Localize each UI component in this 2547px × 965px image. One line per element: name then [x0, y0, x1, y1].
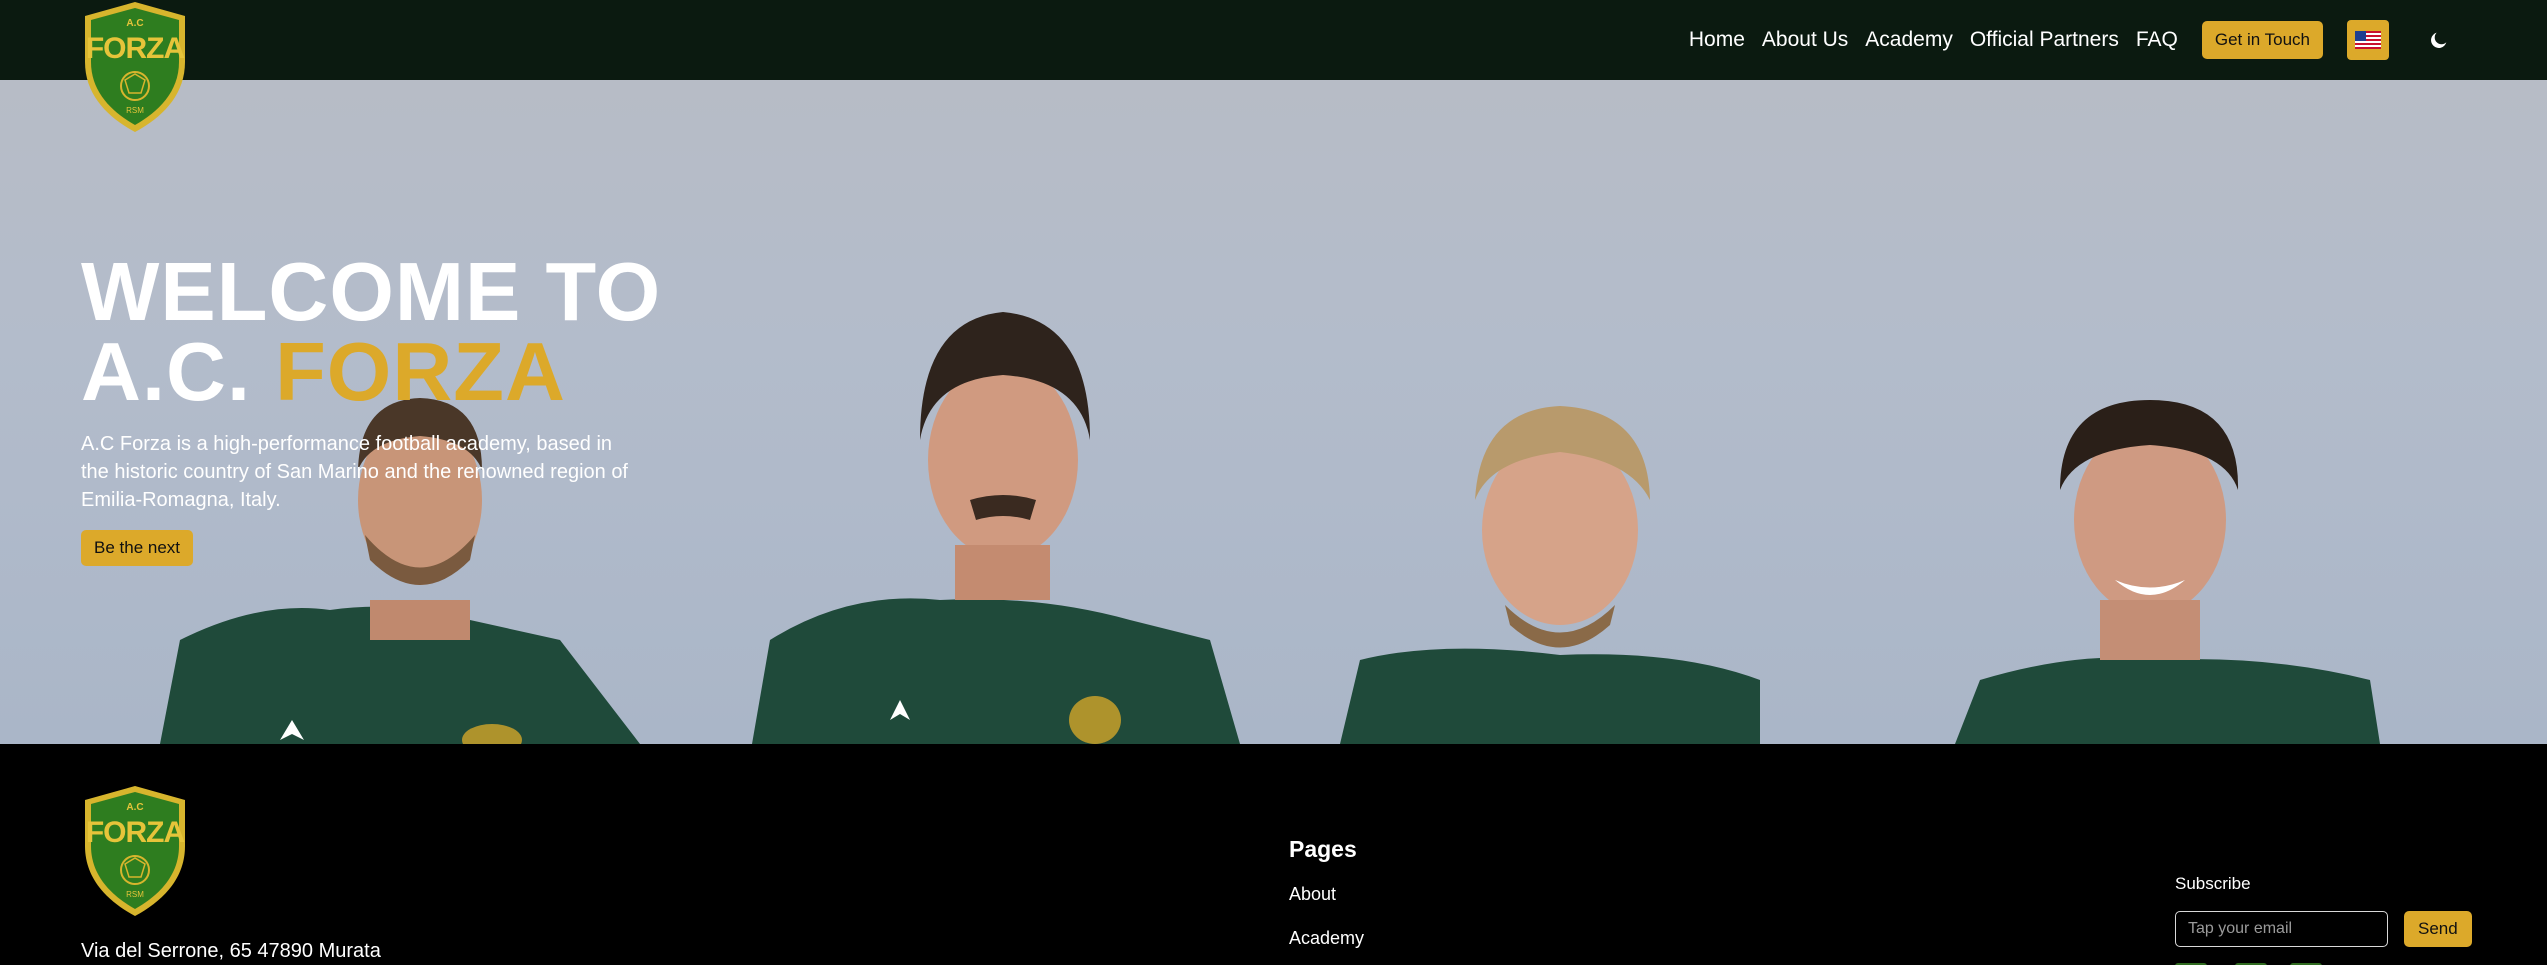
site-logo[interactable]: A.C FORZA RSM [81, 0, 189, 134]
nav-faq-link[interactable]: FAQ [2136, 28, 2178, 52]
footer-pages-heading: Pages [1289, 836, 1357, 862]
logo-bottom-text: RSM [126, 106, 144, 115]
footer-address: Via del Serrone, 65 47890 Murata [81, 940, 381, 962]
subscribe-email-input[interactable] [2175, 911, 2388, 947]
hero-text-block: WELCOME TO A.C. FORZA A.C Forza is a hig… [81, 250, 681, 566]
nav-links: Home About Us Academy Official Partners … [1689, 0, 2547, 80]
logo-top-text: A.C [126, 18, 144, 29]
hero-title-accent: FORZA [275, 325, 566, 418]
site-footer: A.C FORZA RSM Via del Serrone, 65 47890 … [0, 744, 2547, 965]
hero-description: A.C Forza is a high-performance football… [81, 433, 628, 511]
hero-title-prefix: A.C. [81, 325, 251, 418]
footer-logo-bottom-text: RSM [126, 890, 144, 899]
nav-academy-link[interactable]: Academy [1865, 28, 1953, 52]
nav-partners-link[interactable]: Official Partners [1970, 28, 2119, 52]
hero-title: WELCOME TO A.C. FORZA [81, 250, 681, 413]
theme-toggle-button[interactable] [2425, 26, 2453, 54]
footer-about-link[interactable]: About [1289, 884, 1336, 905]
subscribe-send-button[interactable]: Send [2404, 911, 2472, 947]
footer-academy-link[interactable]: Academy [1289, 928, 1364, 949]
language-selector-button[interactable] [2347, 20, 2389, 60]
moon-icon [2431, 32, 2447, 48]
be-the-next-button[interactable]: Be the next [81, 530, 194, 566]
top-navbar: Home About Us Academy Official Partners … [0, 0, 2547, 80]
hero-section: WELCOME TO A.C. FORZA A.C Forza is a hig… [0, 80, 2547, 744]
footer-logo-top-text: A.C [126, 802, 144, 813]
us-flag-icon [2355, 31, 2381, 49]
nav-home-link[interactable]: Home [1689, 28, 1745, 52]
footer-logo[interactable]: A.C FORZA RSM [81, 784, 189, 918]
nav-about-link[interactable]: About Us [1762, 28, 1848, 52]
logo-main-text: FORZA [85, 32, 185, 65]
get-in-touch-button[interactable]: Get in Touch [2201, 21, 2323, 59]
footer-logo-main-text: FORZA [85, 816, 185, 849]
subscribe-label: Subscribe [2175, 874, 2251, 893]
